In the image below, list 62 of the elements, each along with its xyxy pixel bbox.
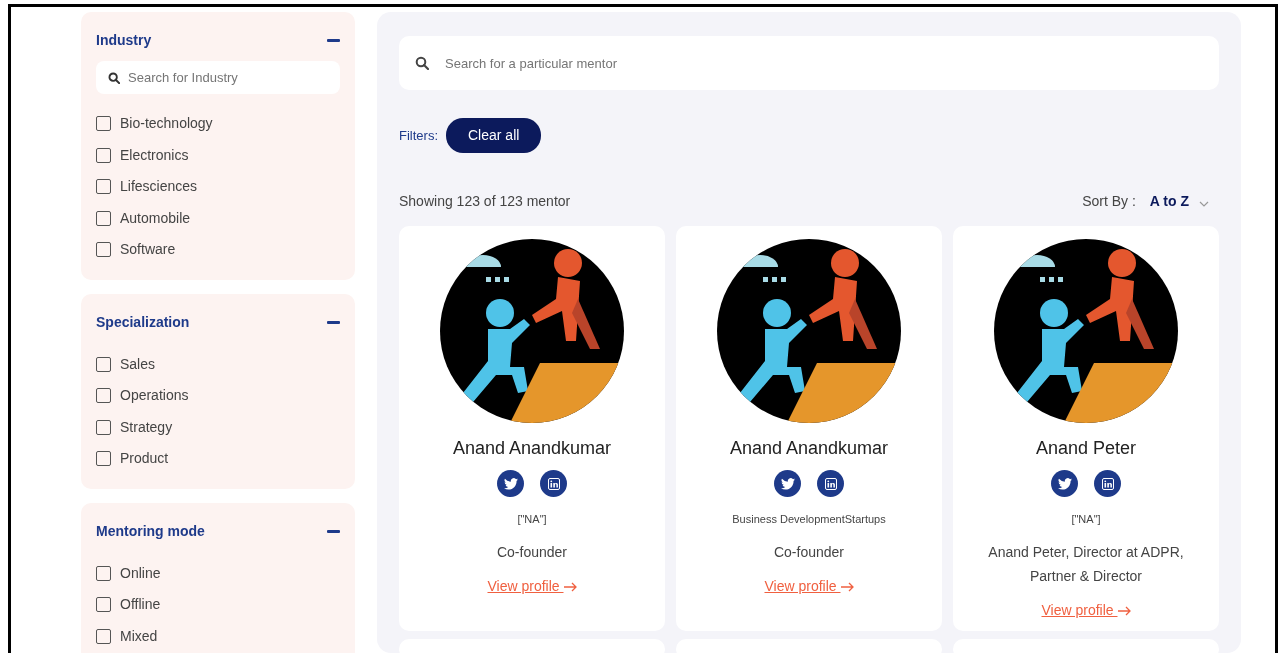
checkbox-label[interactable]: Sales	[120, 353, 156, 375]
expertise-tags: Business DevelopmentStartups	[732, 511, 886, 528]
checkbox-label[interactable]: Online	[120, 562, 161, 584]
checkbox[interactable]	[96, 419, 111, 435]
mentor-search-field[interactable]: Search for a particular mentor	[399, 36, 1219, 90]
checkbox-label[interactable]: Product	[120, 448, 169, 470]
checkbox[interactable]	[96, 388, 111, 404]
chevron-down-icon[interactable]	[1199, 200, 1209, 207]
mentor-name: Anand Anandkumar	[729, 437, 889, 460]
bird-icon	[780, 477, 795, 490]
arrow-right-icon	[563, 581, 577, 592]
linkedin-button[interactable]	[817, 470, 844, 497]
checkbox[interactable]	[96, 628, 111, 644]
filter-title[interactable]: Industry	[96, 30, 152, 51]
clear-all-button[interactable]: Clear all	[446, 118, 542, 153]
bird-icon	[1057, 477, 1072, 490]
checkbox-label[interactable]: Operations	[120, 385, 189, 407]
checkbox[interactable]	[96, 565, 111, 581]
sort-label: Sort By :	[1082, 192, 1136, 211]
filter-title[interactable]: Mentoring mode	[96, 520, 205, 542]
twitter-button[interactable]	[774, 470, 801, 497]
expertise-tags: ["NA"]	[1071, 511, 1101, 528]
sort-dropdown[interactable]: A to Z	[1149, 191, 1189, 212]
checkbox-label[interactable]: Automobile	[120, 207, 191, 229]
checkbox-label[interactable]: Mixed	[120, 625, 158, 647]
checkbox-label[interactable]: Offline	[120, 594, 161, 616]
linkedin-button[interactable]	[1094, 470, 1121, 497]
checkbox[interactable]	[96, 116, 111, 132]
checkbox[interactable]	[96, 451, 111, 467]
checkbox[interactable]	[96, 597, 111, 613]
arrow-right-icon	[840, 581, 854, 592]
checkbox-label[interactable]: Lifesciences	[120, 176, 198, 198]
twitter-button[interactable]	[497, 470, 524, 497]
industry-search-field[interactable]: Search for Industry	[96, 61, 340, 94]
bird-icon	[503, 477, 518, 490]
linkedin-button[interactable]	[540, 470, 567, 497]
checkbox[interactable]	[96, 147, 111, 163]
checkbox[interactable]	[96, 179, 111, 195]
search-icon	[108, 72, 120, 84]
minus-icon[interactable]	[327, 529, 340, 533]
results-count: Showing 123 of 123 mentor	[399, 192, 571, 211]
twitter-button[interactable]	[1051, 470, 1078, 497]
mentor-role: Anand Peter, Director at ADPR, Partner & Director	[987, 542, 1185, 586]
filter-title[interactable]: Specialization	[96, 311, 190, 333]
checkbox[interactable]	[96, 356, 111, 372]
in-logo-icon	[824, 477, 837, 490]
mentor-role: Co-founder	[772, 542, 845, 562]
filters-label: Filters:	[399, 126, 438, 145]
checkbox[interactable]	[96, 210, 111, 226]
mentor-name: Anand Peter	[1035, 437, 1137, 460]
in-logo-icon	[1101, 477, 1114, 490]
in-logo-icon	[547, 477, 560, 490]
checkbox-label[interactable]: Bio-technology	[120, 113, 213, 135]
checkbox[interactable]	[96, 242, 111, 258]
mentor-name: Anand Anandkumar	[452, 437, 612, 460]
checkbox-label[interactable]: Software	[120, 239, 176, 261]
checkbox-label[interactable]: Strategy	[120, 416, 173, 438]
minus-icon[interactable]	[327, 320, 340, 324]
mentor-role: Co-founder	[495, 542, 568, 562]
arrow-right-icon	[1117, 605, 1131, 616]
expertise-tags: ["NA"]	[517, 511, 547, 528]
checkbox-label[interactable]: Electronics	[120, 144, 189, 166]
